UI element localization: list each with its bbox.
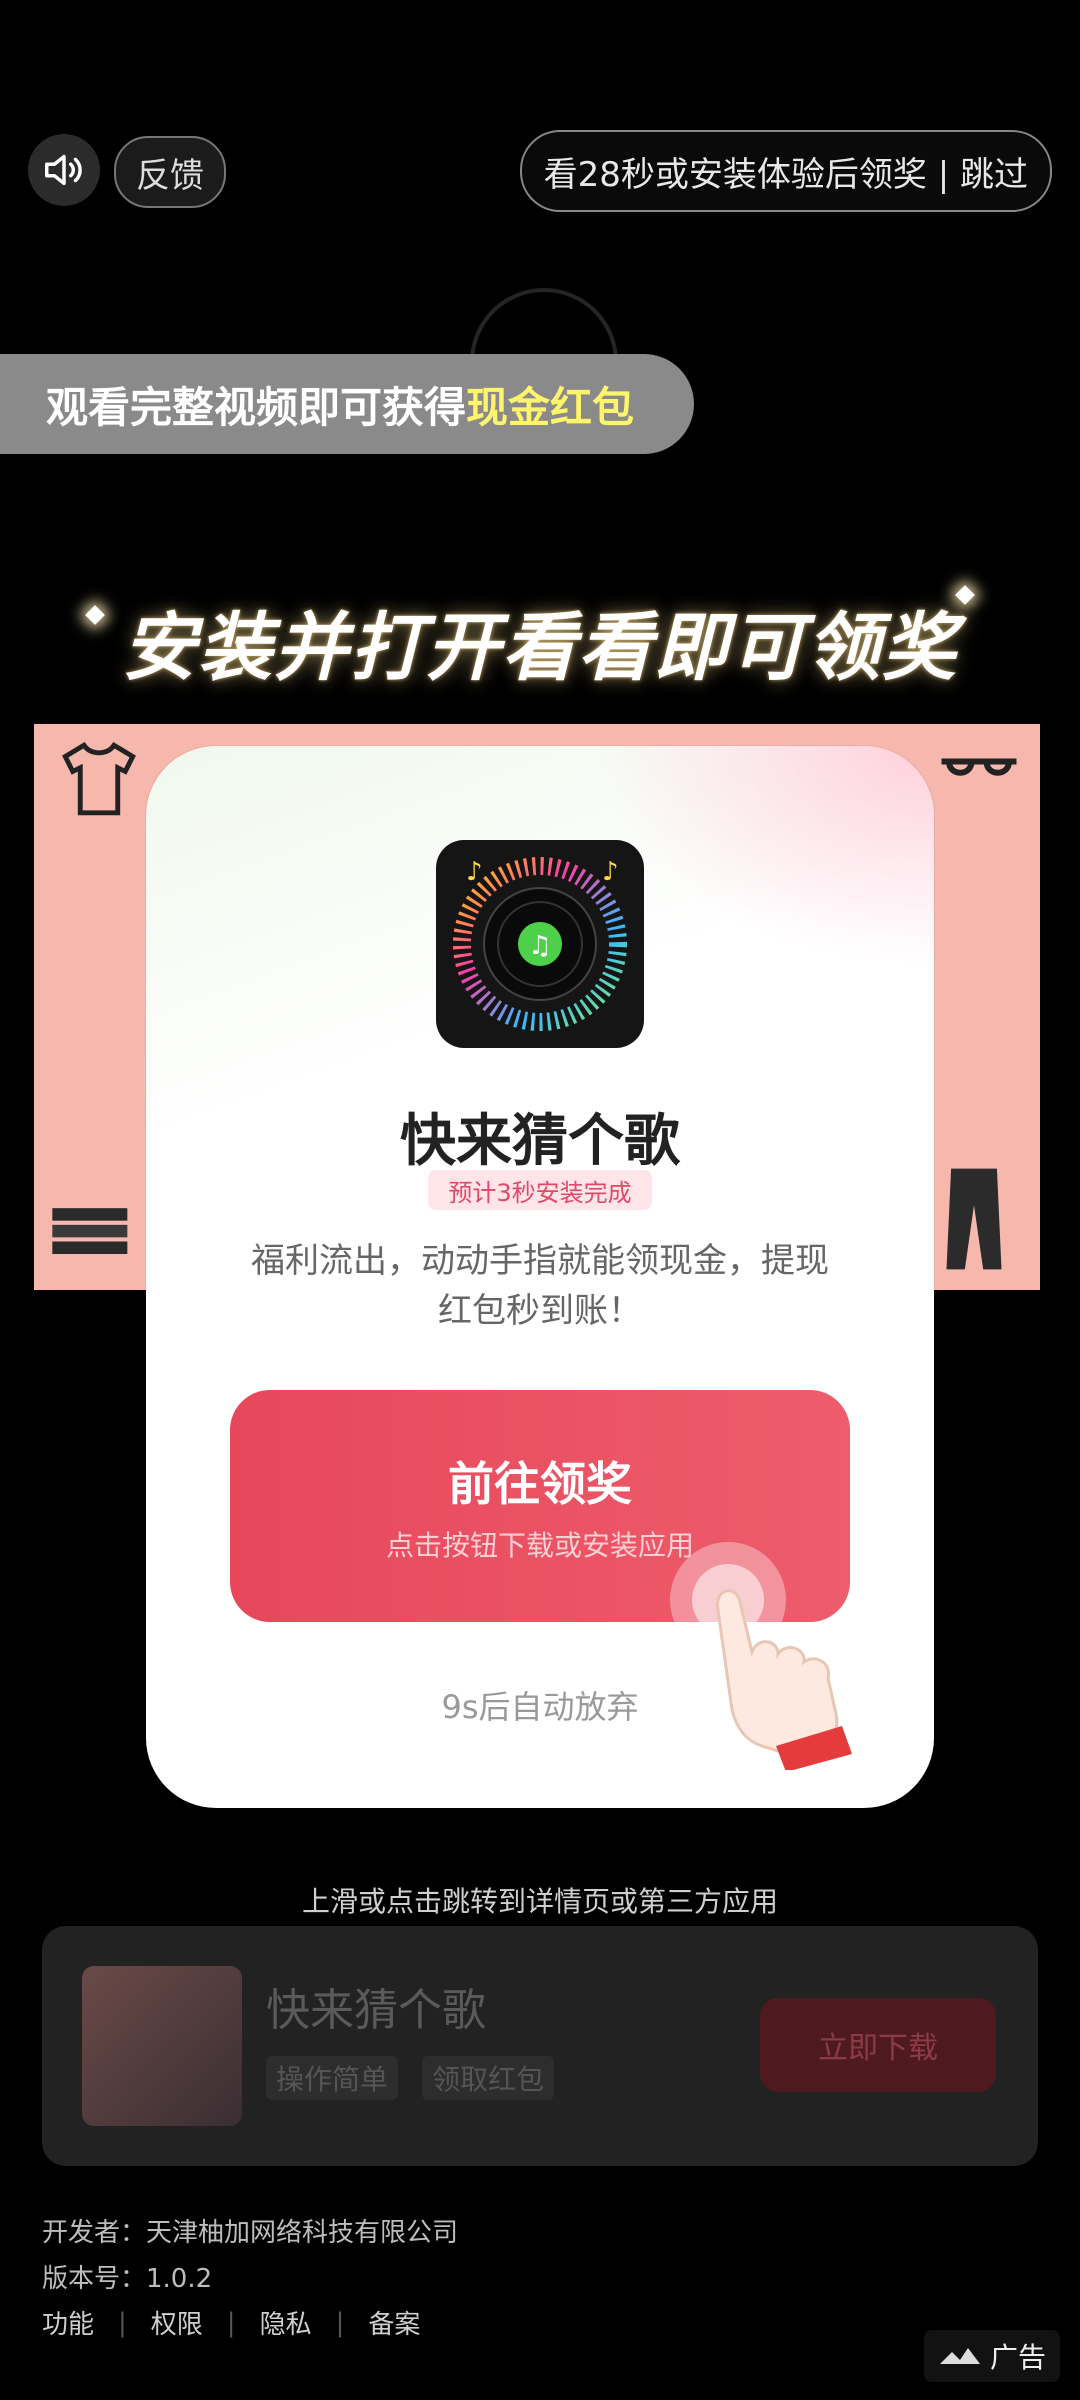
cta-subtitle: 点击按钮下载或安装应用 <box>385 1529 694 1562</box>
app-name: 快来猜个歌 <box>400 1109 680 1174</box>
version-info: 版本号：1.0.2 <box>42 2264 213 2294</box>
skip-button[interactable]: 看28秒或安装体验后领奖 | 跳过 <box>519 130 1052 212</box>
feedback-button[interactable]: 反馈 <box>114 136 226 208</box>
link-features[interactable]: 功能 <box>42 2304 94 2341</box>
jeans-icon <box>934 1164 1014 1290</box>
reward-banner: 观看完整视频即可获得 现金红包 <box>0 354 694 454</box>
link-separator: | <box>226 2307 236 2338</box>
ad-logo-icon <box>939 2348 980 2364</box>
link-separator: | <box>335 2307 345 2338</box>
ad-app-name: 快来猜个歌 <box>266 1985 486 2036</box>
svg-text:♫: ♫ <box>528 931 551 961</box>
svg-text:♪: ♪ <box>602 857 619 887</box>
app-icon: ♫ ♪ ♪ <box>436 840 644 1048</box>
install-headline: 安装并打开看看即可领奖 <box>122 605 958 691</box>
speaker-icon <box>45 154 82 186</box>
tap-hand-icon <box>666 1540 906 1772</box>
link-permissions[interactable]: 权限 <box>151 2304 203 2341</box>
tshirt-icon <box>54 734 144 840</box>
sunglasses-icon <box>934 734 1024 820</box>
ad-thumbnail <box>82 1966 242 2126</box>
mute-toggle-button[interactable] <box>28 134 100 206</box>
svg-text:♪: ♪ <box>466 857 483 887</box>
link-filing[interactable]: 备案 <box>368 2304 420 2341</box>
ad-tag: 领取红包 <box>422 2056 555 2100</box>
ad-tag: 操作简单 <box>266 2056 399 2100</box>
link-privacy[interactable]: 隐私 <box>260 2304 312 2341</box>
banner-highlight: 现金红包 <box>466 382 635 432</box>
ad-label-text: 广告 <box>989 2341 1046 2374</box>
developer-info: 开发者：天津柚加网络科技有限公司 <box>42 2218 459 2248</box>
ad-badge: 广告 <box>923 2330 1060 2382</box>
link-separator: | <box>118 2307 127 2338</box>
download-button[interactable]: 立即下载 <box>760 1998 996 2092</box>
install-time-badge: 预计3秒安装完成 <box>428 1170 652 1210</box>
folded-clothes-icon <box>44 1194 144 1280</box>
banner-text: 观看完整视频即可获得 <box>46 382 467 432</box>
cta-title: 前往领奖 <box>448 1457 632 1511</box>
app-ad-card[interactable]: 快来猜个歌 操作简单 领取红包 立即下载 <box>42 1926 1038 2166</box>
swipe-hint: 上滑或点击跳转到详情页或第三方应用 <box>301 1885 778 1918</box>
app-description: 福利流出，动动手指就能领现金，提现红包秒到账！ <box>251 1241 829 1331</box>
footer-links: 功能 | 权限 | 隐私 | 备案 <box>42 2304 420 2341</box>
